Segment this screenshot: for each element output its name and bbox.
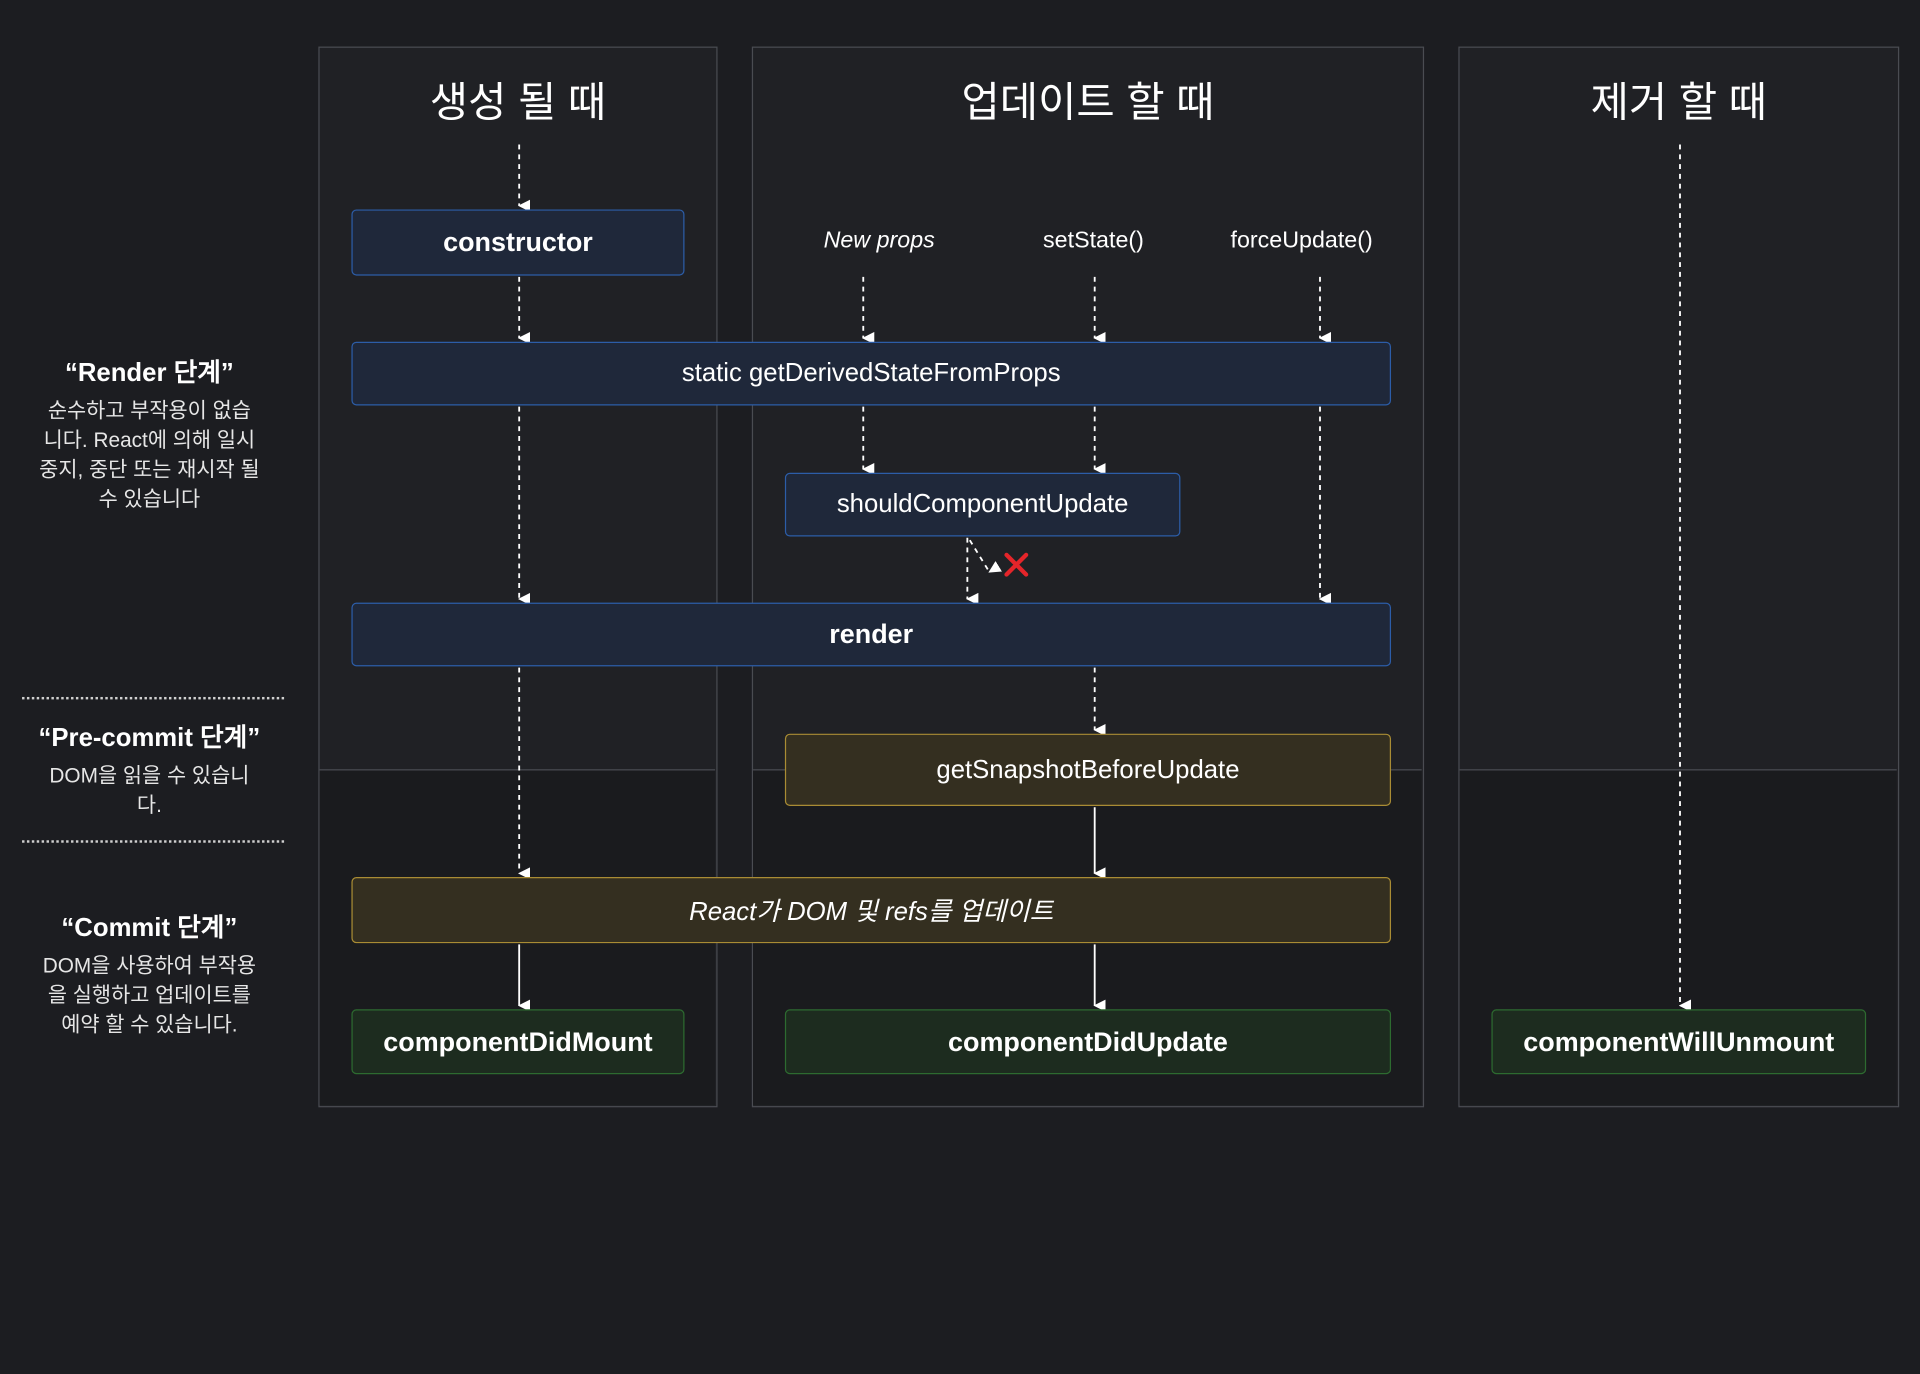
commit-phase-boundary-mount <box>319 769 716 771</box>
should-component-update-box: shouldComponentUpdate <box>784 472 1181 537</box>
render-box: render <box>351 602 1392 667</box>
unmount-column-title: 제거 할 때 <box>1590 79 1767 127</box>
precommit-phase-desc-line: 다. <box>136 793 162 818</box>
constructor-box: constructor <box>351 209 685 276</box>
precommit-phase-description: DOM을 읽을 수 있습니 다. <box>20 762 280 821</box>
mount-column-title: 생성 될 때 <box>429 79 607 127</box>
commit-phase-title: “Commit 단계” <box>61 913 238 942</box>
component-did-mount-box: componentDidMount <box>351 1009 685 1075</box>
force-update-trigger: forceUpdate() <box>1230 227 1373 254</box>
commit-phase-description: DOM을 사용하여 부작용 을 실행하고 업데이트를 예약 할 수 있습니다. <box>20 952 280 1040</box>
render-phase-desc-line: 수 있습니다 <box>98 487 201 511</box>
unmount-column <box>1458 46 1900 1108</box>
new-props-trigger: New props <box>823 227 935 254</box>
commit-phase-label: “Commit 단계” DOM을 사용하여 부작용 을 실행하고 업데이트를 예… <box>20 908 280 1040</box>
render-phase-label: “Render 단계” 순수하고 부작용이 없습 니다. React에 의해 일… <box>20 353 280 515</box>
set-state-trigger: setState() <box>1043 227 1144 254</box>
component-did-update-box: componentDidUpdate <box>784 1009 1392 1075</box>
phase-divider-render-precommit <box>22 696 285 700</box>
render-phase-desc-line: 순수하고 부작용이 없습 <box>47 399 251 423</box>
commit-phase-boundary-unmount <box>1459 769 1897 771</box>
mount-column <box>318 46 718 1108</box>
precommit-phase-desc-line: DOM을 읽을 수 있습니 <box>49 764 250 788</box>
commit-phase-desc-line: 을 실행하고 업데이트를 <box>47 983 251 1007</box>
render-phase-title: “Render 단계” <box>64 358 234 388</box>
render-phase-description: 순수하고 부작용이 없습 니다. React에 의해 일시 중지, 중단 또는 … <box>20 397 280 515</box>
react-updates-dom-box: React가 DOM 및 refs를 업데이트 <box>351 877 1392 944</box>
render-phase-desc-line: 중지, 중단 또는 재시작 될 <box>39 458 260 482</box>
update-column-title: 업데이트 할 때 <box>961 79 1215 127</box>
commit-phase-desc-line: 예약 할 수 있습니다. <box>61 1012 238 1037</box>
commit-phase-desc-line: DOM을 사용하여 부작용 <box>42 954 257 978</box>
component-will-unmount-box: componentWillUnmount <box>1491 1009 1867 1075</box>
update-column <box>751 46 1425 1108</box>
lifecycle-diagram: 생성 될 때 업데이트 할 때 제거 할 때 “Render 단계” 순수하고 … <box>0 0 1920 1374</box>
get-snapshot-box: getSnapshotBeforeUpdate <box>784 733 1392 806</box>
precommit-phase-title: “Pre-commit 단계” <box>38 723 261 753</box>
precommit-phase-label: “Pre-commit 단계” DOM을 읽을 수 있습니 다. <box>20 718 280 821</box>
render-phase-desc-line: 니다. React에 의해 일시 <box>43 428 256 452</box>
get-derived-state-box: static getDerivedStateFromProps <box>351 341 1392 406</box>
phase-divider-precommit-commit <box>22 840 285 843</box>
